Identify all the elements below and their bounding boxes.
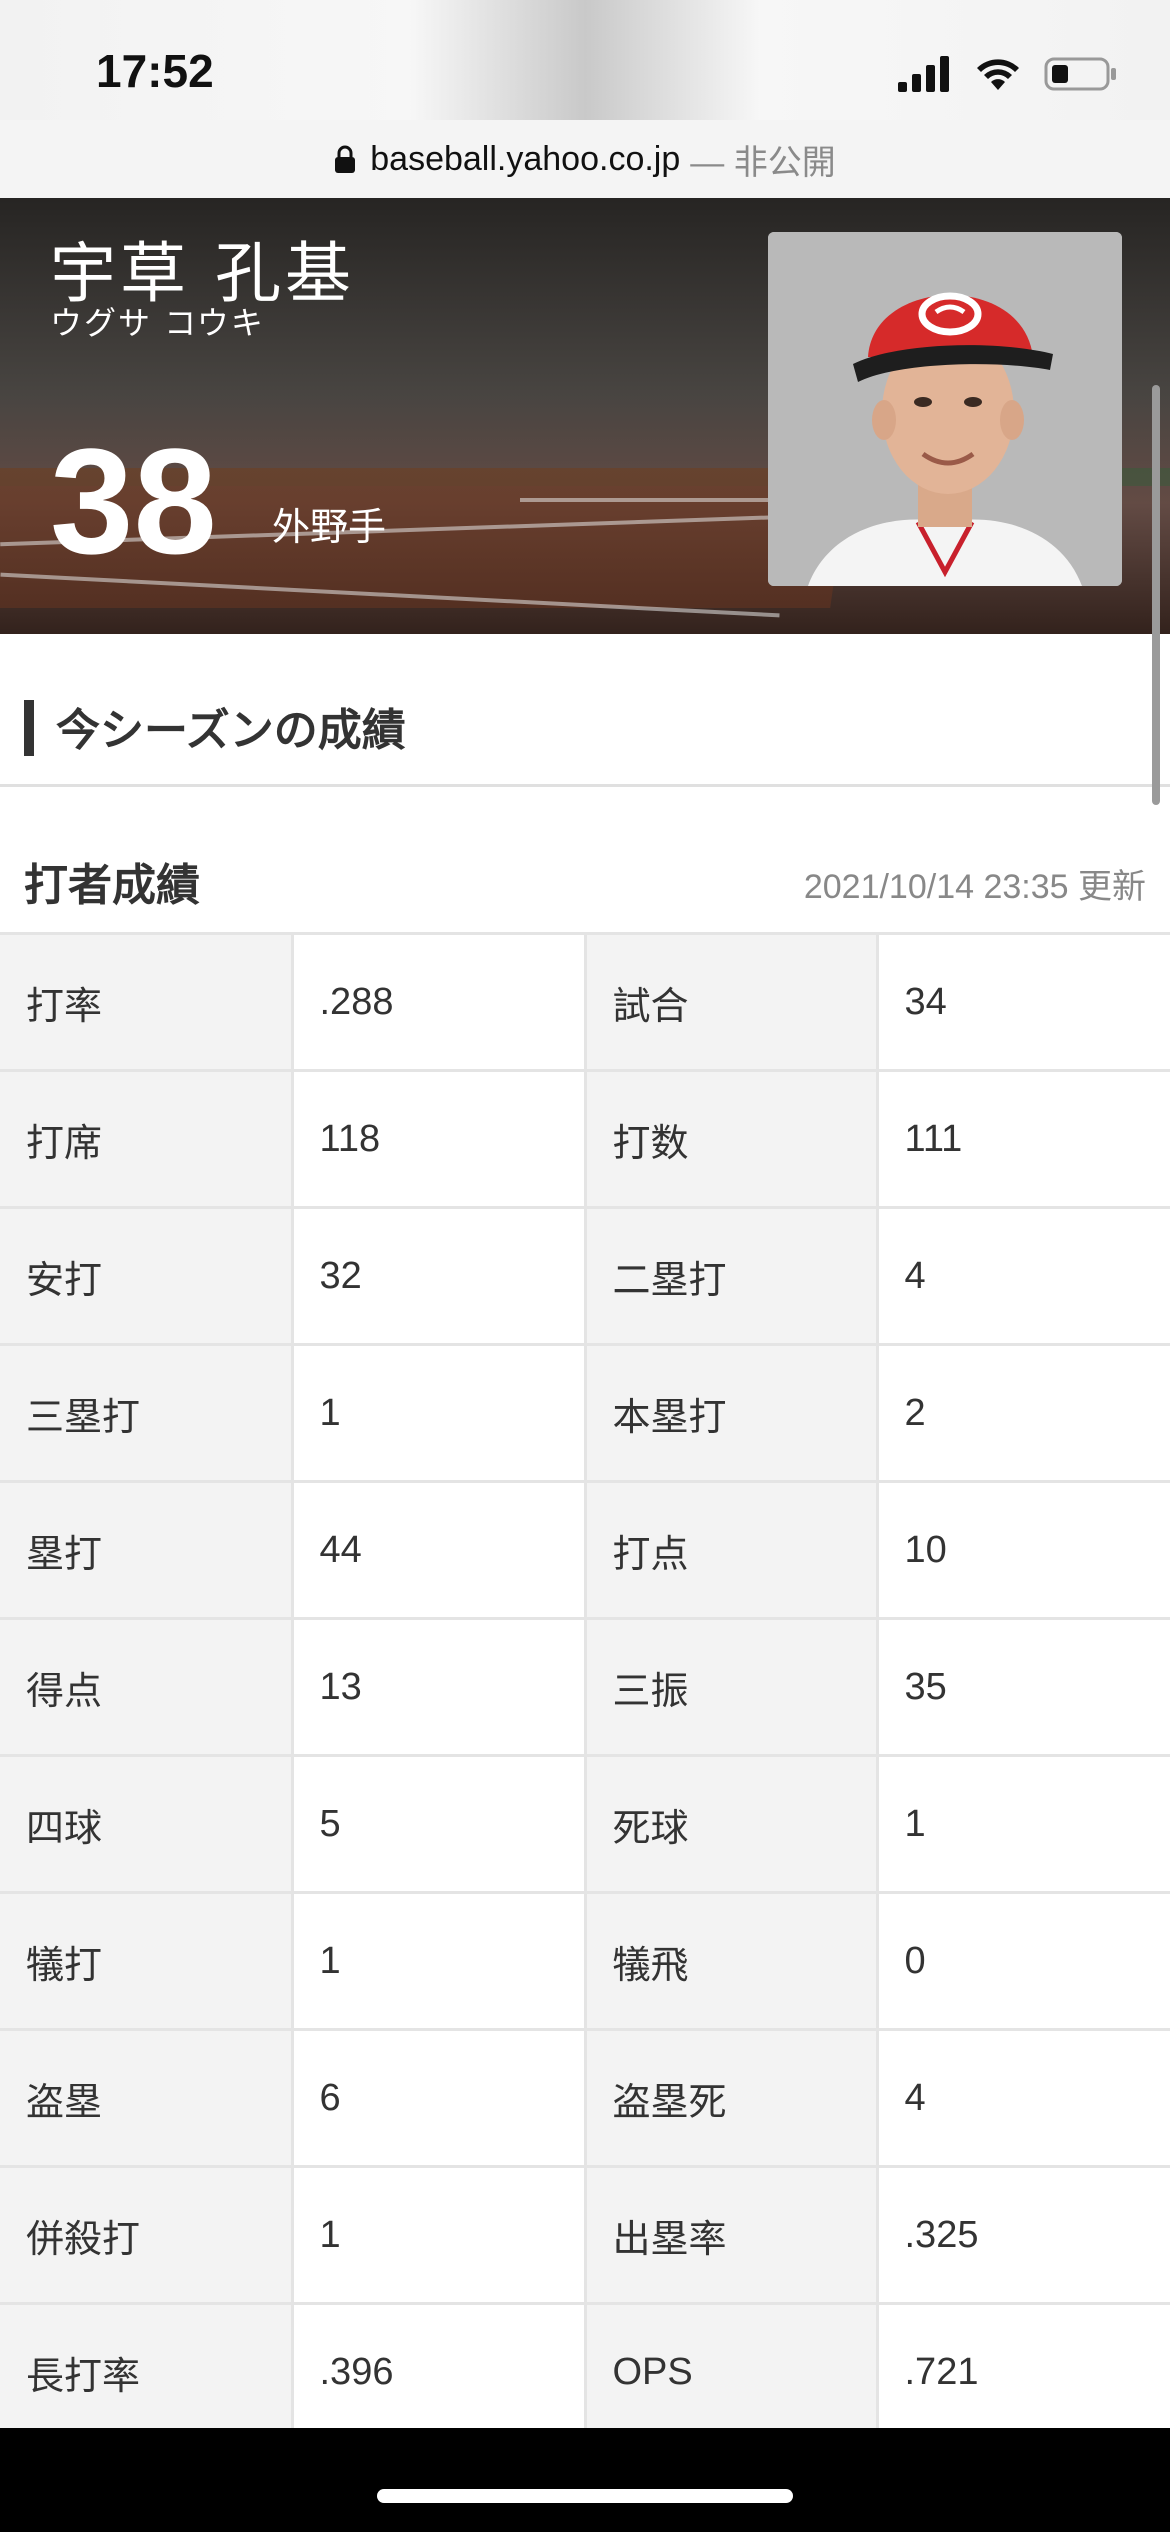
table-row: 得点 13 三振 35 xyxy=(0,1617,1170,1757)
table-row: 長打率 .396 OPS .721 xyxy=(0,2302,1170,2442)
url-bar[interactable]: baseball.yahoo.co.jp — 非公開 xyxy=(0,120,1170,198)
stat-value: 6 xyxy=(290,2028,587,2168)
table-row: 安打 32 二塁打 4 xyxy=(0,1206,1170,1346)
stat-value: 35 xyxy=(875,1617,1170,1757)
section-accent-bar xyxy=(24,700,34,756)
stat-label: 本塁打 xyxy=(583,1343,879,1483)
stat-label: 出塁率 xyxy=(583,2165,879,2305)
stat-label: 打率 xyxy=(0,932,294,1072)
stat-label: 犠打 xyxy=(0,1891,294,2031)
stat-label: 長打率 xyxy=(0,2302,294,2442)
table-row: 犠打 1 犠飛 0 xyxy=(0,1891,1170,2031)
stat-label: 塁打 xyxy=(0,1480,294,1620)
status-time: 17:52 xyxy=(96,45,214,97)
stat-value: 0 xyxy=(875,1891,1170,2031)
stat-value: 4 xyxy=(875,2028,1170,2168)
home-indicator[interactable] xyxy=(377,2489,793,2503)
stat-value: 118 xyxy=(290,1069,587,1209)
table-row: 打率 .288 試合 34 xyxy=(0,932,1170,1072)
player-photo xyxy=(768,232,1122,586)
status-icons xyxy=(898,52,1118,96)
stat-label: 盗塁 xyxy=(0,2028,294,2168)
stat-value: 5 xyxy=(290,1754,587,1894)
stat-label: 試合 xyxy=(583,932,879,1072)
stat-value: 32 xyxy=(290,1206,587,1346)
batting-header: 打者成績 2021/10/14 23:35 更新 xyxy=(0,787,1170,932)
stat-value: .721 xyxy=(875,2302,1170,2442)
updated-timestamp: 2021/10/14 23:35 更新 xyxy=(803,868,1146,906)
section-title: 今シーズンの成績 xyxy=(56,705,406,756)
stat-value: 1 xyxy=(290,2165,587,2305)
home-bar-area xyxy=(0,2428,1170,2532)
stat-value: .325 xyxy=(875,2165,1170,2305)
stat-value: 10 xyxy=(875,1480,1170,1620)
cellular-signal-icon xyxy=(898,56,949,92)
player-position: 外野手 xyxy=(272,505,387,549)
stat-label: 盗塁死 xyxy=(583,2028,879,2168)
stat-label: 三振 xyxy=(583,1617,879,1757)
stat-value: 111 xyxy=(875,1069,1170,1209)
stat-label: OPS xyxy=(583,2302,879,2442)
wifi-icon xyxy=(977,59,1019,90)
table-row: 塁打 44 打点 10 xyxy=(0,1480,1170,1620)
table-row: 打席 118 打数 111 xyxy=(0,1069,1170,1209)
stat-label: 打点 xyxy=(583,1480,879,1620)
stat-label: 打席 xyxy=(0,1069,294,1209)
stat-value: 13 xyxy=(290,1617,587,1757)
table-row: 三塁打 1 本塁打 2 xyxy=(0,1343,1170,1483)
stat-value: 44 xyxy=(290,1480,587,1620)
stat-label: 犠飛 xyxy=(583,1891,879,2031)
stat-value: 34 xyxy=(875,932,1170,1072)
stat-label: 二塁打 xyxy=(583,1206,879,1346)
stat-value: .288 xyxy=(290,932,587,1072)
table-row: 盗塁 6 盗塁死 4 xyxy=(0,2028,1170,2168)
stat-value: .396 xyxy=(290,2302,587,2442)
stat-label: 得点 xyxy=(0,1617,294,1757)
stat-value: 1 xyxy=(290,1343,587,1483)
lock-icon xyxy=(335,145,356,173)
stat-label: 死球 xyxy=(583,1754,879,1894)
batting-stats-table: 打率 .288 試合 34 打席 118 打数 111 安打 32 二塁打 4 三塁打 1 本塁打 2 塁打 44… xyxy=(0,932,1170,2442)
stat-value: 1 xyxy=(290,1891,587,2031)
scrollbar-thumb[interactable] xyxy=(1152,385,1160,805)
status-bar: 17:52 xyxy=(0,0,1170,135)
url-privacy-label: — 非公開 xyxy=(690,143,836,182)
batting-stats-body: 打率 .288 試合 34 打席 118 打数 111 安打 32 二塁打 4 三塁打 1 本塁打 2 塁打 44… xyxy=(0,932,1170,2442)
table-row: 四球 5 死球 1 xyxy=(0,1754,1170,1894)
stat-value: 2 xyxy=(875,1343,1170,1483)
player-hero: 宇草 孔基 ウグサ コウキ 38 外野手 xyxy=(0,198,1170,634)
stat-label: 打数 xyxy=(583,1069,879,1209)
season-section-header: 今シーズンの成績 xyxy=(0,634,1170,787)
player-number: 38 xyxy=(50,417,217,585)
stat-label: 安打 xyxy=(0,1206,294,1346)
url-domain: baseball.yahoo.co.jp xyxy=(370,139,681,178)
player-portrait-image xyxy=(768,232,1122,586)
player-kana: ウグサ コウキ xyxy=(50,304,265,342)
table-row: 併殺打 1 出塁率 .325 xyxy=(0,2165,1170,2305)
batting-title: 打者成績 xyxy=(24,860,200,911)
stat-label: 四球 xyxy=(0,1754,294,1894)
stat-label: 三塁打 xyxy=(0,1343,294,1483)
stat-value: 4 xyxy=(875,1206,1170,1346)
battery-icon xyxy=(1044,57,1116,91)
stat-value: 1 xyxy=(875,1754,1170,1894)
stat-label: 併殺打 xyxy=(0,2165,294,2305)
